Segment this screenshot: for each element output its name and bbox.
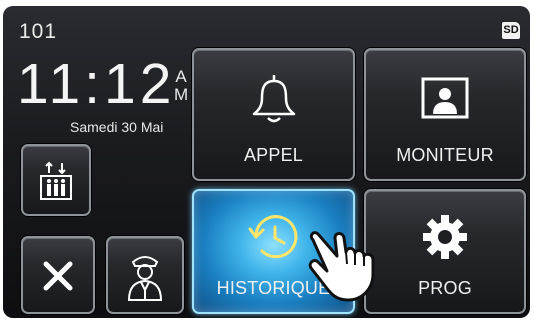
elevator-icon	[40, 161, 72, 200]
pointing-hand-icon	[308, 231, 375, 302]
am-pm-top: A	[175, 67, 187, 86]
monitor-button-label: MONITEUR	[396, 145, 494, 165]
history-clock-icon	[248, 215, 297, 259]
am-pm-indicator: A M	[174, 68, 188, 104]
concierge-button[interactable]	[106, 236, 184, 314]
clock-time: 11:12	[17, 52, 176, 116]
settings-button-label: PROG	[418, 278, 472, 298]
close-button[interactable]	[21, 236, 95, 314]
am-pm-bottom: M	[174, 85, 189, 104]
concierge-icon	[127, 256, 163, 301]
bell-icon	[252, 75, 295, 123]
monitor-button[interactable]: MONITEUR	[364, 48, 526, 181]
gear-icon	[423, 215, 467, 259]
call-button-label: APPEL	[243, 145, 304, 165]
intercom-screen: 101 SD 11:12 A M Samedi 30 Mai APPEL MON…	[3, 6, 530, 318]
elevator-button[interactable]	[21, 144, 91, 216]
date-label: Samedi 30 Mai	[70, 119, 164, 135]
call-button[interactable]: APPEL	[192, 48, 355, 181]
close-icon	[43, 261, 73, 291]
sd-card-icon: SD	[502, 22, 520, 39]
monitor-person-icon	[421, 77, 469, 119]
unit-number: 101	[19, 20, 58, 43]
